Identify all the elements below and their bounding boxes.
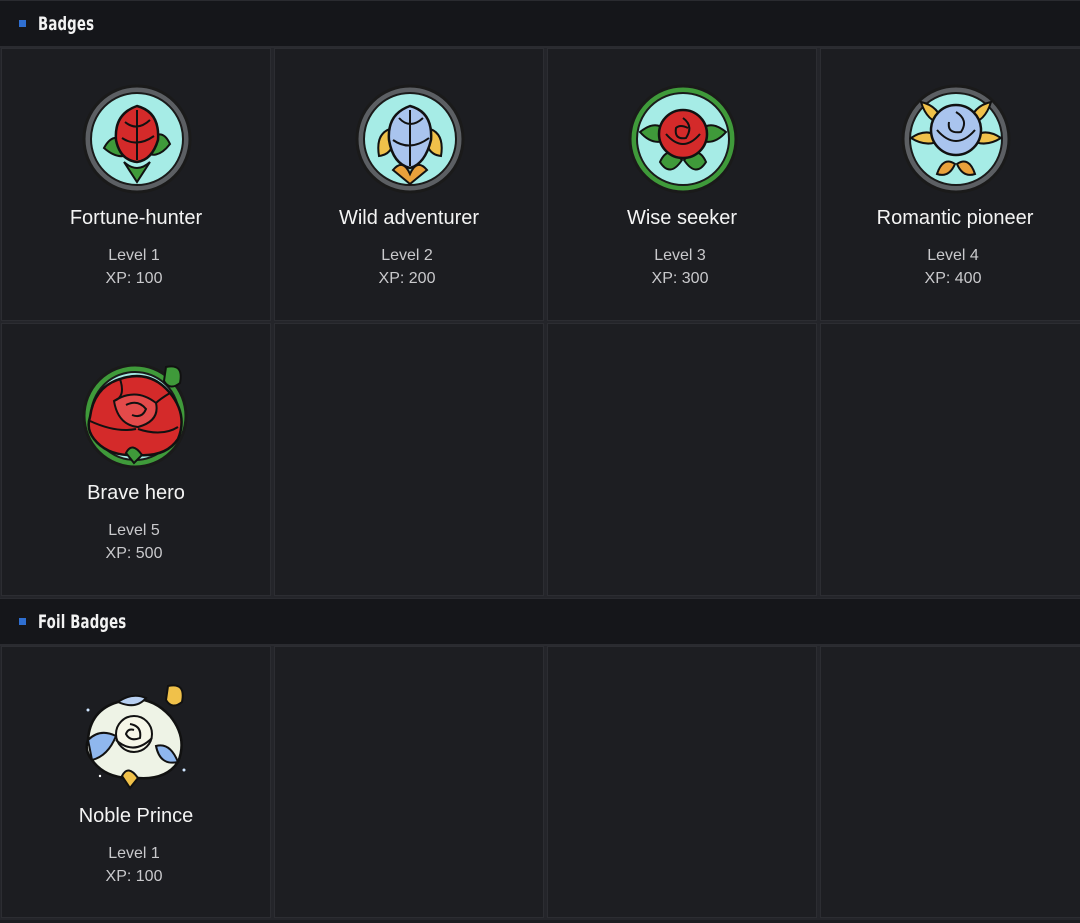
badge-level: Level 2: [381, 247, 433, 264]
empty-badge-slot: [820, 323, 1080, 596]
red-rosebud-stained-glass-icon: [82, 84, 192, 194]
badge-xp: XP: 300: [651, 270, 709, 287]
badge-card[interactable]: Brave hero Level 5 XP: 500: [1, 323, 271, 596]
badge-level: Level 1: [108, 247, 160, 264]
empty-badge-slot: [547, 646, 817, 918]
empty-badge-slot: [820, 646, 1080, 918]
section-bullet-icon: [19, 20, 26, 27]
badge-name: Romantic pioneer: [876, 207, 1034, 229]
badge-level: Level 4: [927, 247, 979, 264]
badge-level: Level 5: [108, 522, 160, 539]
section-header-foil-badges: Foil Badges: [0, 598, 1080, 646]
foil-badges-grid: Noble Prince Level 1 XP: 100: [0, 646, 1080, 920]
red-rose-bloom-stained-glass-icon: [82, 363, 188, 469]
badge-card[interactable]: Romantic pioneer Level 4 XP: 400: [820, 48, 1080, 321]
badge-card[interactable]: Fortune-hunter Level 1 XP: 100: [1, 48, 271, 321]
badge-xp: XP: 200: [378, 270, 436, 287]
section-title: Foil Badges: [38, 610, 127, 633]
badge-name: Wise seeker: [626, 207, 738, 229]
blue-rosebud-stained-glass-icon: [355, 84, 465, 194]
blue-rose-stained-glass-icon: [901, 84, 1011, 194]
badge-card[interactable]: Noble Prince Level 1 XP: 100: [1, 646, 271, 918]
badge-xp: XP: 500: [105, 545, 163, 562]
badge-card[interactable]: Wise seeker Level 3 XP: 300: [547, 48, 817, 321]
section-bullet-icon: [19, 618, 26, 625]
badge-level: Level 1: [108, 845, 160, 862]
badge-name: Fortune-hunter: [69, 207, 203, 229]
section-title: Badges: [38, 12, 95, 35]
empty-badge-slot: [274, 646, 544, 918]
badge-name: Noble Prince: [78, 805, 194, 827]
empty-badge-slot: [547, 323, 817, 596]
badge-xp: XP: 100: [105, 270, 163, 287]
red-rose-stained-glass-icon: [628, 84, 738, 194]
badge-name: Wild adventurer: [338, 207, 480, 229]
badge-card[interactable]: Wild adventurer Level 2 XP: 200: [274, 48, 544, 321]
badge-xp: XP: 400: [924, 270, 982, 287]
empty-badge-slot: [274, 323, 544, 596]
badge-level: Level 3: [654, 247, 706, 264]
white-rose-foil-icon: [85, 684, 186, 790]
badge-name: Brave hero: [87, 482, 185, 504]
badges-grid: Fortune-hunter Level 1 XP: 100 Wild adve…: [0, 48, 1080, 598]
badge-xp: XP: 100: [105, 868, 163, 885]
section-header-badges: Badges: [0, 0, 1080, 48]
